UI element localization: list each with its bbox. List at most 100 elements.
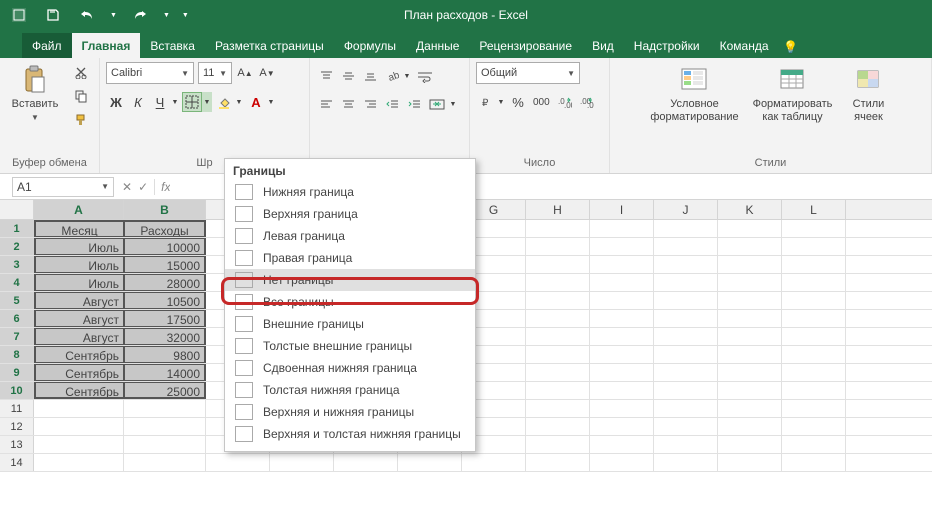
borders-menu-item[interactable]: Правая граница: [225, 247, 475, 269]
cell[interactable]: [526, 238, 590, 255]
cell[interactable]: [590, 256, 654, 273]
cell[interactable]: [654, 292, 718, 309]
cell[interactable]: [398, 454, 462, 471]
tab-file[interactable]: Файл: [22, 33, 72, 58]
borders-menu-item[interactable]: Нижняя граница: [225, 181, 475, 203]
tab-team[interactable]: Команда: [710, 33, 779, 58]
cell[interactable]: [526, 274, 590, 291]
cell[interactable]: [718, 310, 782, 327]
cell[interactable]: [334, 454, 398, 471]
accounting-format-icon[interactable]: ₽: [476, 92, 496, 112]
col-header-A[interactable]: A: [34, 200, 124, 219]
borders-menu-item[interactable]: Внешние границы: [225, 313, 475, 335]
row-header[interactable]: 1: [0, 220, 34, 237]
cell[interactable]: [782, 418, 846, 435]
cell[interactable]: [526, 454, 590, 471]
cell[interactable]: [590, 310, 654, 327]
paste-dropdown-icon[interactable]: ▼: [31, 113, 39, 122]
cell[interactable]: [590, 346, 654, 363]
cell[interactable]: [590, 328, 654, 345]
col-header-K[interactable]: K: [718, 200, 782, 219]
cell[interactable]: 10000: [124, 238, 206, 255]
cell[interactable]: 17500: [124, 310, 206, 327]
align-center-icon[interactable]: [338, 94, 358, 114]
borders-menu-item[interactable]: Верхняя и нижняя границы: [225, 401, 475, 423]
cell[interactable]: Август: [34, 328, 124, 345]
cell[interactable]: [718, 328, 782, 345]
borders-menu-item[interactable]: Толстая нижняя граница: [225, 379, 475, 401]
cell[interactable]: 14000: [124, 364, 206, 381]
cell[interactable]: [654, 418, 718, 435]
cell[interactable]: [34, 418, 124, 435]
cell[interactable]: [462, 454, 526, 471]
cell[interactable]: [654, 346, 718, 363]
wrap-text-icon[interactable]: [414, 66, 436, 86]
merge-dropdown-icon[interactable]: ▼: [448, 94, 458, 114]
cell[interactable]: [782, 238, 846, 255]
cell[interactable]: [654, 364, 718, 381]
align-bottom-icon[interactable]: [360, 66, 380, 86]
qat-customize-icon[interactable]: ▼: [182, 12, 189, 19]
cell[interactable]: [718, 346, 782, 363]
cell[interactable]: [590, 400, 654, 417]
cell[interactable]: [526, 292, 590, 309]
cell[interactable]: [718, 418, 782, 435]
cell[interactable]: [654, 454, 718, 471]
tab-page-layout[interactable]: Разметка страницы: [205, 33, 334, 58]
cell[interactable]: [526, 220, 590, 237]
decrease-decimal-icon[interactable]: .00.0: [577, 92, 597, 112]
decrease-font-icon[interactable]: A▼: [258, 63, 276, 83]
cell[interactable]: Июль: [34, 238, 124, 255]
cell[interactable]: [34, 436, 124, 453]
cell[interactable]: [590, 454, 654, 471]
cell[interactable]: [718, 292, 782, 309]
undo-icon[interactable]: [76, 4, 98, 26]
cell[interactable]: [526, 382, 590, 399]
orientation-dropdown-icon[interactable]: ▼: [402, 66, 412, 86]
cell[interactable]: [782, 436, 846, 453]
redo-icon[interactable]: [129, 4, 151, 26]
fill-color-dropdown-icon[interactable]: ▼: [234, 92, 244, 112]
align-right-icon[interactable]: [360, 94, 380, 114]
comma-style-icon[interactable]: 000: [530, 92, 553, 112]
cell[interactable]: [782, 382, 846, 399]
cell[interactable]: [782, 310, 846, 327]
decrease-indent-icon[interactable]: [382, 94, 402, 114]
cell[interactable]: [718, 364, 782, 381]
tab-addins[interactable]: Надстройки: [624, 33, 710, 58]
cell[interactable]: [590, 364, 654, 381]
cell[interactable]: [526, 256, 590, 273]
borders-menu-item[interactable]: Сдвоенная нижняя граница: [225, 357, 475, 379]
format-painter-icon[interactable]: [70, 110, 92, 130]
cell[interactable]: [718, 274, 782, 291]
cell[interactable]: [124, 400, 206, 417]
cell[interactable]: [590, 292, 654, 309]
cell-styles-button[interactable]: Стили ячеек: [841, 62, 897, 125]
align-middle-icon[interactable]: [338, 66, 358, 86]
name-box[interactable]: A1▼: [12, 177, 114, 197]
cell[interactable]: [654, 220, 718, 237]
cell[interactable]: [718, 436, 782, 453]
cell[interactable]: [526, 418, 590, 435]
cell[interactable]: [526, 328, 590, 345]
row-header[interactable]: 13: [0, 436, 34, 453]
cell[interactable]: [206, 454, 270, 471]
cell[interactable]: Сентябрь: [34, 364, 124, 381]
cell[interactable]: [782, 364, 846, 381]
conditional-formatting-button[interactable]: Условное форматирование: [645, 62, 745, 125]
cell[interactable]: [782, 274, 846, 291]
cell[interactable]: [526, 310, 590, 327]
font-name-select[interactable]: Calibri▼: [106, 62, 194, 84]
font-color-dropdown-icon[interactable]: ▼: [266, 92, 276, 112]
bold-button[interactable]: Ж: [106, 92, 126, 112]
tab-view[interactable]: Вид: [582, 33, 624, 58]
row-header[interactable]: 3: [0, 256, 34, 273]
cell[interactable]: Июль: [34, 274, 124, 291]
row-header[interactable]: 7: [0, 328, 34, 345]
cell[interactable]: [782, 328, 846, 345]
select-all-corner[interactable]: [0, 200, 34, 219]
italic-button[interactable]: К: [128, 92, 148, 112]
fill-color-button[interactable]: [214, 92, 234, 112]
orientation-icon[interactable]: ab: [382, 66, 402, 86]
increase-font-icon[interactable]: A▲: [236, 63, 254, 83]
